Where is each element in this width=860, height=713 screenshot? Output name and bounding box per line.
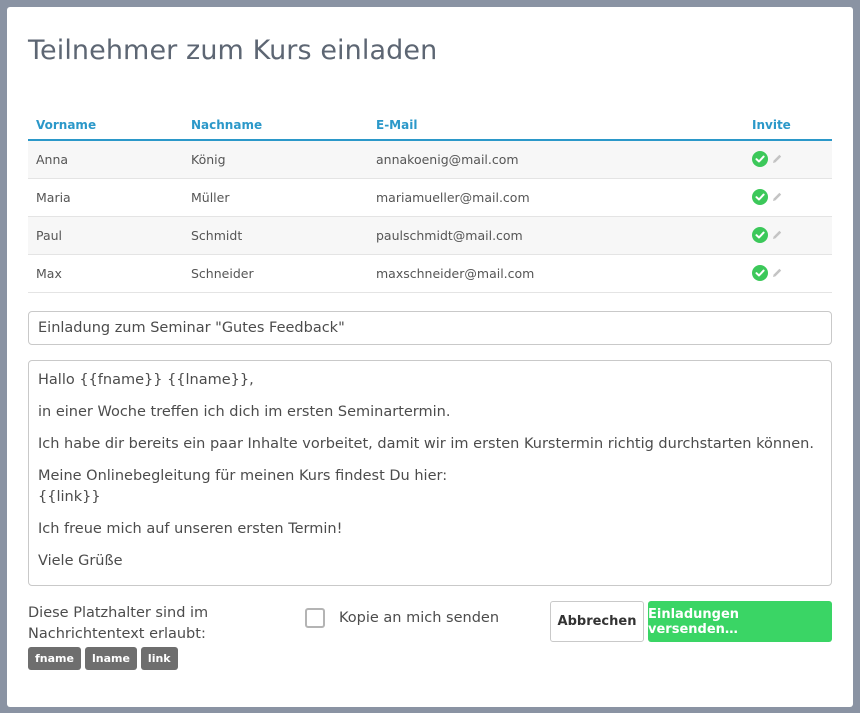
message-textarea[interactable]: Hallo {{fname}} {{lname}}, in einer Woch… bbox=[28, 360, 832, 586]
copy-to-me-option[interactable]: Kopie an mich senden bbox=[305, 608, 499, 628]
placeholder-tag-lname[interactable]: lname bbox=[84, 647, 137, 670]
cell-invite bbox=[752, 254, 832, 293]
column-header-email[interactable]: E-Mail bbox=[376, 111, 752, 141]
cell-lastname: Schmidt bbox=[191, 216, 376, 255]
placeholder-tags: fname lname link bbox=[28, 647, 178, 670]
copy-to-me-checkbox[interactable] bbox=[305, 608, 325, 628]
invite-dialog: Teilnehmer zum Kurs einladen Vorname Nac… bbox=[7, 7, 853, 707]
subject-input[interactable]: Einladung zum Seminar "Gutes Feedback" bbox=[28, 311, 832, 345]
placeholder-tag-link[interactable]: link bbox=[140, 647, 178, 670]
cell-email: mariamueller@mail.com bbox=[376, 178, 752, 217]
check-circle-icon bbox=[752, 227, 768, 243]
participants-table: Vorname Nachname E-Mail Invite Anna Köni… bbox=[28, 111, 832, 293]
copy-to-me-label: Kopie an mich senden bbox=[339, 610, 500, 626]
cell-firstname: Maria bbox=[28, 178, 191, 217]
cancel-button[interactable]: Abbrechen bbox=[550, 601, 644, 642]
placeholder-tag-fname[interactable]: fname bbox=[28, 647, 81, 670]
message-greeting: Hallo {{fname}} {{lname}}, bbox=[38, 372, 254, 388]
column-header-firstname[interactable]: Vorname bbox=[28, 111, 191, 141]
placeholder-hint: Diese Platzhalter sind im Nachrichtentex… bbox=[28, 605, 209, 642]
cell-invite bbox=[752, 178, 832, 217]
invite-actions bbox=[752, 265, 832, 281]
pencil-icon[interactable] bbox=[771, 267, 783, 279]
message-line: Ich freue mich auf unseren ersten Termin… bbox=[38, 521, 343, 537]
table-row: Anna König annakoenig@mail.com bbox=[28, 140, 832, 179]
cell-email: annakoenig@mail.com bbox=[376, 140, 752, 179]
cell-firstname: Anna bbox=[28, 140, 191, 179]
dialog-title: Teilnehmer zum Kurs einladen bbox=[28, 35, 438, 66]
pencil-icon[interactable] bbox=[771, 229, 783, 241]
pencil-icon[interactable] bbox=[771, 191, 783, 203]
column-header-lastname[interactable]: Nachname bbox=[191, 111, 376, 141]
table-row: Maria Müller mariamueller@mail.com bbox=[28, 178, 832, 217]
cell-lastname: König bbox=[191, 140, 376, 179]
cell-firstname: Max bbox=[28, 254, 191, 293]
table-header-row: Vorname Nachname E-Mail Invite bbox=[28, 111, 832, 141]
cell-firstname: Paul bbox=[28, 216, 191, 255]
cell-invite bbox=[752, 216, 832, 255]
cell-lastname: Müller bbox=[191, 178, 376, 217]
invite-actions bbox=[752, 189, 832, 205]
send-invitations-button[interactable]: Einladungen versenden… bbox=[648, 601, 832, 642]
table-row: Paul Schmidt paulschmidt@mail.com bbox=[28, 216, 832, 255]
check-circle-icon bbox=[752, 265, 768, 281]
cell-email: maxschneider@mail.com bbox=[376, 254, 752, 293]
message-line: Meine Onlinebegleitung für meinen Kurs f… bbox=[38, 466, 822, 508]
pencil-icon[interactable] bbox=[771, 153, 783, 165]
message-line: Ich habe dir bereits ein paar Inhalte vo… bbox=[38, 436, 814, 452]
message-signoff: Viele Grüße bbox=[38, 553, 123, 569]
column-header-invite[interactable]: Invite bbox=[752, 111, 832, 141]
message-line-text: Meine Onlinebegleitung für meinen Kurs f… bbox=[38, 468, 448, 484]
cell-invite bbox=[752, 140, 832, 179]
message-link-placeholder: {{link}} bbox=[38, 489, 101, 505]
check-circle-icon bbox=[752, 189, 768, 205]
table-row: Max Schneider maxschneider@mail.com bbox=[28, 254, 832, 293]
invite-actions bbox=[752, 151, 832, 168]
invite-actions bbox=[752, 227, 832, 243]
check-circle-icon bbox=[752, 151, 768, 168]
message-line: in einer Woche treffen ich dich im erste… bbox=[38, 404, 451, 420]
cell-lastname: Schneider bbox=[191, 254, 376, 293]
cell-email: paulschmidt@mail.com bbox=[376, 216, 752, 255]
